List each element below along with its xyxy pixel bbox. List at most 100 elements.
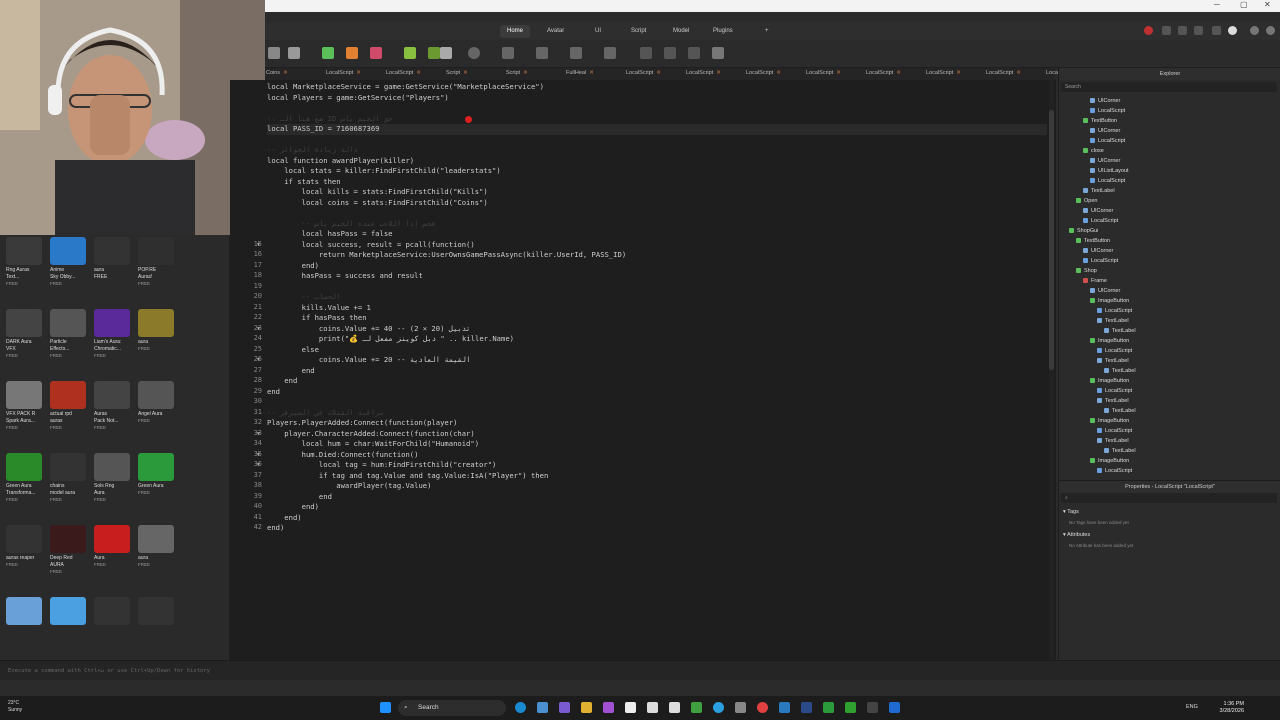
app-icon[interactable]	[779, 702, 790, 713]
clock[interactable]: 1:36 PM 3/28/2026	[1220, 701, 1244, 715]
taskbar-search[interactable]: ⌕ Search	[398, 700, 506, 716]
toolbox-item[interactable]: aura FREE	[94, 237, 142, 281]
close-tab-icon[interactable]: ✕	[956, 70, 961, 76]
explorer-node[interactable]: LocalScript	[1090, 136, 1125, 146]
code-line[interactable]: end	[267, 492, 332, 503]
close-tab-icon[interactable]: ✕	[776, 70, 781, 76]
breakpoint-icon[interactable]	[465, 115, 472, 123]
explorer-node[interactable]: close	[1083, 146, 1104, 156]
editor-tab[interactable]: LocalScript✕	[806, 70, 841, 76]
code-line[interactable]: end)	[267, 513, 301, 524]
code-line[interactable]: local hasPass = false	[267, 229, 393, 240]
tab-home[interactable]: Home	[500, 25, 531, 38]
image-icon[interactable]	[370, 47, 382, 59]
explorer-node[interactable]: UICorner	[1090, 156, 1120, 166]
explorer-node[interactable]: UICorner	[1090, 96, 1120, 106]
lighting-icon[interactable]	[712, 47, 724, 59]
editor-tab[interactable]: LocalScript✕	[986, 70, 1021, 76]
tab-ui[interactable]: UI	[588, 25, 608, 38]
close-tab-icon[interactable]: ✕	[416, 70, 421, 76]
code-line[interactable]: local hum = char:WaitForChild("Humanoid"…	[267, 439, 479, 450]
close-tab-icon[interactable]: ✕	[589, 70, 594, 76]
ui-icon[interactable]	[404, 47, 416, 59]
explorer-node[interactable]: ShopGui	[1069, 226, 1098, 236]
editor-tab[interactable]: Script ✕	[506, 70, 528, 76]
close-tab-icon[interactable]: ✕	[1016, 70, 1021, 76]
toolbox-item[interactable]: chains model aura FREE	[50, 453, 98, 502]
app-icon[interactable]	[625, 702, 636, 713]
code-line[interactable]: end	[267, 376, 297, 387]
tab-avatar[interactable]: Avatar	[540, 25, 571, 38]
minimize-icon[interactable]: ─	[1214, 0, 1220, 9]
close-tab-icon[interactable]: ✕	[896, 70, 901, 76]
explorer-node[interactable]: Shop	[1076, 266, 1097, 276]
tab-plugins[interactable]: Plugins	[706, 25, 740, 38]
code-line[interactable]: end	[267, 387, 280, 398]
pivot-icon[interactable]	[688, 47, 700, 59]
editor-tab[interactable]: Script ✕	[446, 70, 468, 76]
excel-icon[interactable]	[823, 702, 834, 713]
code-line[interactable]: local MarketplaceService = game:GetServi…	[267, 82, 544, 93]
anchor-icon[interactable]	[604, 47, 616, 59]
app-icon[interactable]	[669, 702, 680, 713]
code-line[interactable]: end)	[267, 523, 284, 534]
fold-chevron-icon[interactable]: ▼	[256, 357, 261, 363]
toolbox-item[interactable]: Deep Red AURA FREE	[50, 525, 98, 574]
toolbox-item[interactable]: actual rpd auras FREE	[50, 381, 98, 430]
explorer-node[interactable]: LocalScript	[1097, 346, 1132, 356]
explorer-node[interactable]: UICorner	[1090, 126, 1120, 136]
code-line[interactable]: local PASS_ID = 7160687369	[267, 124, 1047, 135]
explorer-node[interactable]: UICorner	[1090, 286, 1120, 296]
explorer-node[interactable]: TextLabel	[1104, 446, 1136, 456]
toolbox-item[interactable]: DARK Aura VFX FREE	[6, 309, 54, 358]
explorer-node[interactable]: LocalScript	[1097, 466, 1132, 476]
code-line[interactable]: -- الحساب	[267, 292, 341, 303]
tags-section-header[interactable]: ▾ Tags	[1063, 509, 1079, 515]
explorer-node[interactable]: ImageButton	[1090, 376, 1129, 386]
toolbox-item[interactable]: Rng Auras Text... FREE	[6, 237, 54, 286]
lock-icon[interactable]	[570, 47, 582, 59]
explorer-node[interactable]: TextLabel	[1083, 186, 1115, 196]
code-line[interactable]: if tag and tag.Value and tag.Value:IsA("…	[267, 471, 548, 482]
settings-icon[interactable]	[1212, 26, 1221, 35]
gui-icon[interactable]	[428, 47, 440, 59]
share-icon[interactable]	[1162, 26, 1171, 35]
explorer-node[interactable]: TextLabel	[1104, 326, 1136, 336]
code-line[interactable]: if stats then	[267, 177, 340, 188]
explorer-node[interactable]: Frame	[1083, 276, 1107, 286]
code-line[interactable]: local Players = game:GetService("Players…	[267, 93, 449, 104]
toolbox-item[interactable]	[6, 597, 54, 627]
tab-model[interactable]: Model	[666, 25, 696, 38]
fold-chevron-icon[interactable]: ▼	[256, 462, 261, 468]
code-line[interactable]: print("💰 دبل كوينز مفعل لـ " .. killer.N…	[267, 334, 514, 345]
toolbox-item[interactable]	[50, 597, 98, 627]
maximize-icon[interactable]: ▢	[1240, 0, 1248, 9]
color-icon[interactable]	[502, 47, 514, 59]
toolbox-item[interactable]: Anime Sky Obby... FREE	[50, 237, 98, 286]
toolbox-item[interactable]: Sols Rng Aura FREE	[94, 453, 142, 502]
team-icon[interactable]	[1178, 26, 1187, 35]
material-icon[interactable]	[468, 47, 480, 59]
explorer-search-input[interactable]: Search	[1061, 82, 1277, 92]
code-line[interactable]: Players.PlayerAdded:Connect(function(pla…	[267, 418, 457, 429]
close-tab-icon[interactable]: ✕	[283, 70, 288, 76]
code-line[interactable]: else	[267, 345, 319, 356]
app-icon[interactable]	[559, 702, 570, 713]
windows-start-icon[interactable]	[380, 702, 391, 713]
xbox-icon[interactable]	[691, 702, 702, 713]
group-icon[interactable]	[536, 47, 548, 59]
cloud-icon[interactable]	[1228, 26, 1237, 35]
editor-tab[interactable]: Coins ✕	[266, 70, 288, 76]
code-line[interactable]: player.CharacterAdded:Connect(function(c…	[267, 429, 474, 440]
notifications-icon[interactable]	[1250, 26, 1259, 35]
code-line[interactable]: end)	[267, 502, 319, 513]
explorer-node[interactable]: UIListLayout	[1090, 166, 1129, 176]
explorer-node[interactable]: LocalScript	[1090, 106, 1125, 116]
code-line[interactable]: local function awardPlayer(killer)	[267, 156, 414, 167]
add-tab-button[interactable]: +	[758, 25, 776, 38]
telegram-icon[interactable]	[713, 702, 724, 713]
roblox-studio-icon[interactable]	[889, 702, 900, 713]
code-line[interactable]: kills.Value += 1	[267, 303, 371, 314]
toolbox-item[interactable]: Liam's Aura: Chromatic... FREE	[94, 309, 142, 358]
select-tool-icon[interactable]	[268, 47, 280, 59]
